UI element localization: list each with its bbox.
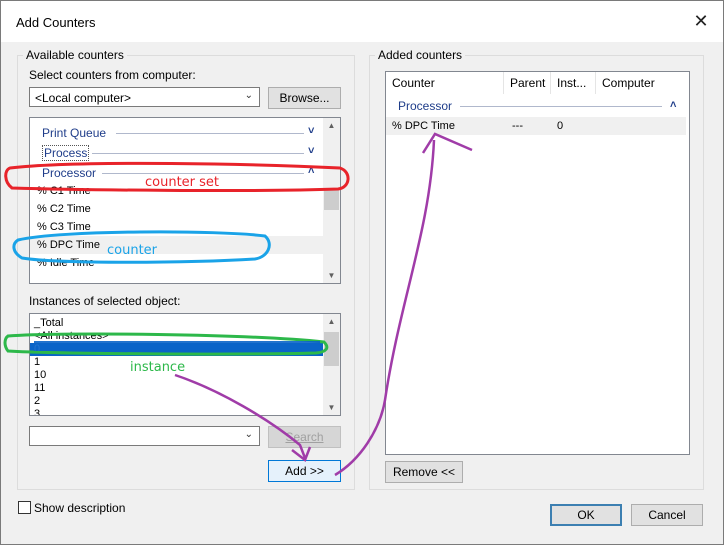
instance-to-add-arrow [174, 373, 307, 459]
counter-set-annotation-label: counter set [145, 175, 219, 190]
instance-annotation-highlight [34, 341, 320, 351]
counter-annotation-label: counter [107, 243, 158, 258]
add-to-added-arrow [334, 139, 436, 477]
annotation-overlay: counter set counter instance [3, 132, 473, 477]
instance-annotation-label: instance [130, 360, 185, 375]
arrowhead [421, 132, 473, 154]
